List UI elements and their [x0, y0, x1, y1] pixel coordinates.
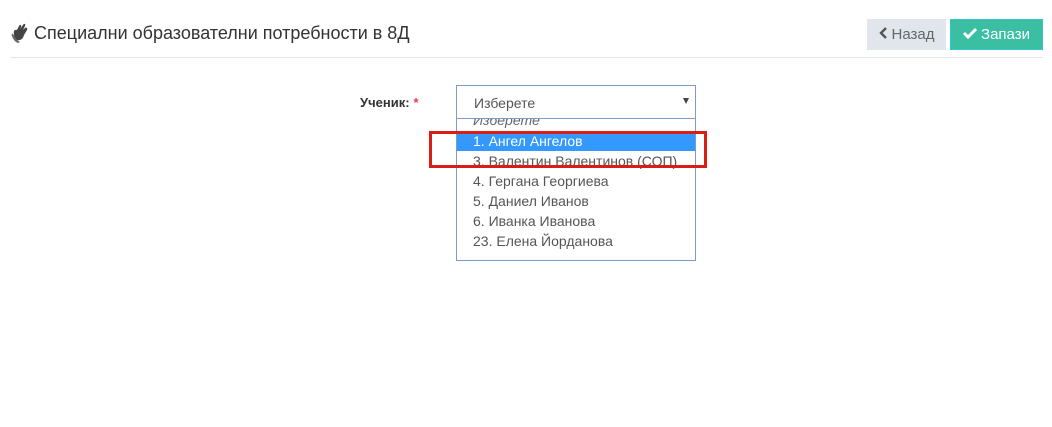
chevron-left-icon: [878, 26, 892, 43]
title-wrap: Специални образователни потребности в 8Д: [10, 21, 410, 45]
back-button-label: Назад: [891, 26, 935, 43]
hands-icon: [10, 22, 30, 44]
student-form-row: Ученик: * Изберете: [0, 85, 1052, 119]
option-valentin-valentinov[interactable]: 3. Валентин Валентинов (СОП): [457, 151, 695, 171]
check-icon: [962, 26, 981, 43]
student-label-text: Ученик:: [360, 95, 410, 110]
dropdown-arrow-icon: [683, 98, 689, 104]
option-elena-yordanova[interactable]: 23. Елена Йорданова: [457, 231, 695, 251]
page: Специални образователни потребности в 8Д…: [0, 0, 1052, 427]
save-button[interactable]: Запази: [950, 19, 1043, 50]
option-daniel-ivanov[interactable]: 5. Даниел Иванов: [457, 191, 695, 211]
back-button[interactable]: Назад: [867, 19, 946, 50]
student-options-list[interactable]: Изберете 1. Ангел Ангелов 3. Валентин Ва…: [456, 119, 696, 261]
required-mark: *: [413, 95, 419, 110]
student-select[interactable]: Изберете: [456, 85, 696, 119]
option-angel-angelov[interactable]: 1. Ангел Ангелов: [457, 131, 695, 151]
page-title: Специални образователни потребности в 8Д: [34, 23, 410, 43]
student-select-value: Изберете: [474, 95, 536, 111]
option-placeholder[interactable]: Изберете: [457, 119, 695, 131]
student-label: Ученик: *: [360, 95, 419, 110]
option-gergana-georgieva[interactable]: 4. Гергана Георгиева: [457, 171, 695, 191]
page-header: Специални образователни потребности в 8Д…: [10, 0, 1043, 58]
save-button-label: Запази: [981, 26, 1030, 43]
option-ivanka-ivanova[interactable]: 6. Иванка Иванова: [457, 211, 695, 231]
